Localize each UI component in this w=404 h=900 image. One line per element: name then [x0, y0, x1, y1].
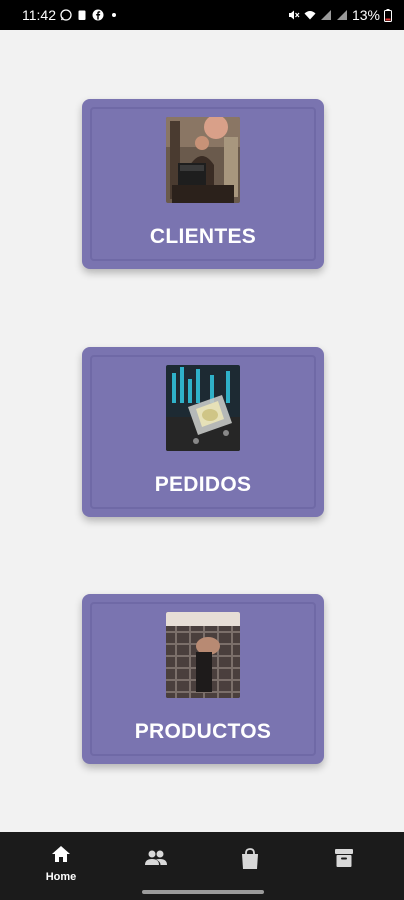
nav-products[interactable]: [314, 844, 374, 873]
nav-orders[interactable]: [220, 844, 280, 875]
clientes-label: CLIENTES: [149, 225, 257, 248]
shopping-bag-icon: [242, 848, 258, 869]
clientes-card[interactable]: CLIENTES: [82, 99, 324, 269]
whatsapp-icon: [60, 9, 72, 21]
battery-icon: [384, 8, 392, 22]
facebook-icon: [92, 9, 104, 21]
productos-card[interactable]: PRODUCTOS: [82, 594, 324, 764]
nav-home-label: Home: [45, 871, 77, 883]
pedidos-card[interactable]: PEDIDOS: [82, 347, 324, 517]
productos-label: PRODUCTOS: [134, 720, 272, 743]
clipboard-icon: [78, 10, 86, 20]
status-time: 11:42: [22, 7, 56, 23]
nav-home[interactable]: Home: [31, 844, 91, 883]
mute-icon: [288, 10, 300, 20]
archive-icon: [335, 849, 353, 867]
battery-percent: 13%: [351, 7, 380, 23]
bottom-navigation: Home: [0, 832, 404, 900]
shopping-cart-photo: [166, 365, 240, 451]
home-icon: [52, 846, 70, 862]
status-bar: 11:42 13%: [0, 0, 404, 30]
status-left: 11:42: [22, 7, 116, 23]
signal-icon-2: [336, 10, 347, 20]
signal-icon: [320, 10, 331, 20]
nav-clients[interactable]: [126, 844, 186, 873]
people-icon: [145, 850, 167, 865]
status-right: 13%: [288, 7, 392, 23]
wifi-icon: [304, 11, 316, 20]
clothing-photo: [166, 612, 240, 698]
gesture-handle[interactable]: [142, 890, 264, 894]
shopkeeper-photo: [166, 117, 240, 203]
pedidos-label: PEDIDOS: [154, 473, 252, 496]
notification-dot: [112, 13, 116, 17]
